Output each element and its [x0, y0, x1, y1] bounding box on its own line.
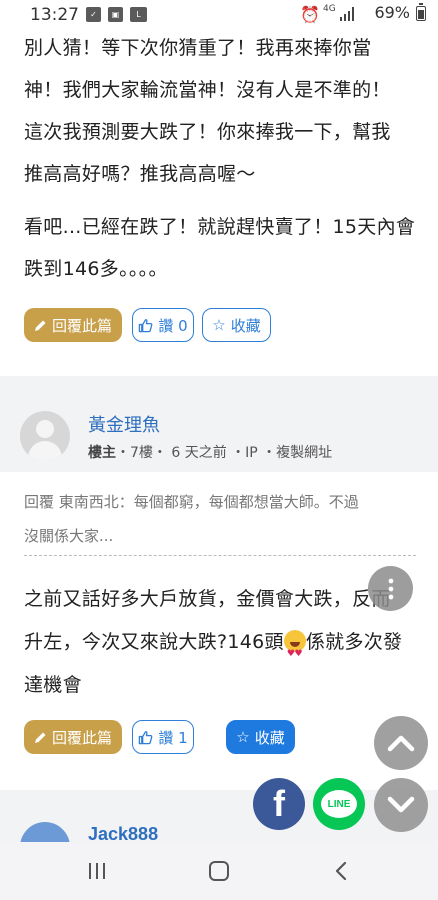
system-navigation-bar	[0, 842, 438, 900]
battery-icon	[416, 3, 426, 21]
quote-line: 回覆 東南西北：每個都窮，每個都想當大師。不過	[24, 493, 359, 511]
reply-label: 回覆此篇	[51, 316, 112, 335]
favorite-button[interactable]: ☆ 收藏	[226, 720, 295, 754]
back-button[interactable]	[326, 858, 356, 884]
status-time: 13:27	[30, 5, 79, 25]
favorite-button[interactable]: ☆ 收藏	[202, 308, 271, 342]
favorite-label: 收藏	[230, 316, 261, 335]
check-icon: ✓	[86, 7, 101, 22]
post-actions: 回覆此篇 讚 1 ☆ 收藏	[24, 720, 384, 754]
post-line: 別人猜！等下次你猜重了！我再來捧你當	[24, 37, 372, 59]
reply-button[interactable]: 回覆此篇	[24, 308, 122, 342]
post-actions: 回覆此篇 讚 0 ☆ 收藏	[24, 308, 384, 342]
like-count: 讚 1	[158, 728, 188, 747]
home-icon	[209, 861, 229, 881]
quote-divider	[24, 555, 416, 556]
scroll-down-button[interactable]	[374, 778, 428, 832]
thumbs-up-icon	[139, 730, 153, 744]
line-app-icon: L	[130, 7, 147, 22]
post-author-header: 黃金理魚 樓主・7樓・ 6 天之前 ・IP ・複製網址	[0, 406, 438, 466]
reply-button[interactable]: 回覆此篇	[24, 720, 122, 754]
star-icon: ☆	[236, 728, 250, 746]
post-line: 升左，今次又來說大跌?146頭	[24, 631, 284, 653]
more-vertical-icon	[388, 578, 393, 599]
battery-percent: 69%	[374, 3, 410, 22]
avatar[interactable]	[20, 411, 70, 461]
author-name[interactable]: 黃金理魚	[88, 411, 160, 437]
pencil-icon	[34, 732, 46, 743]
favorite-label: 收藏	[254, 728, 285, 747]
post-line: 看吧...已經在跌了！就說趕快賣了！15天內會	[24, 216, 416, 238]
facebook-icon: f	[273, 783, 285, 824]
recent-apps-button[interactable]	[82, 858, 112, 884]
alarm-icon: ⏰	[300, 5, 320, 24]
quoted-reply: 回覆 東南西北：每個都窮，每個都想當大師。不過 沒關係大家...	[24, 485, 416, 553]
star-icon: ☆	[212, 316, 226, 334]
scroll-up-button[interactable]	[374, 716, 428, 770]
network-type: 4G	[323, 4, 336, 14]
status-bar: 13:27 ✓ ▣ L ⏰ 4G 69%	[0, 0, 438, 30]
post-body: 別人猜！等下次你猜重了！我再來捧你當 神！我們大家輪流當神！沒有人是不準的！ 這…	[24, 27, 419, 195]
post-line: 達機會	[24, 674, 82, 696]
signal-icon	[340, 6, 354, 25]
post-line-end: 係就多次發	[305, 631, 403, 653]
recent-apps-icon	[89, 863, 105, 879]
back-icon	[335, 861, 347, 881]
chevron-down-icon	[387, 796, 415, 813]
heart-eyes-emoji-icon	[283, 630, 306, 676]
chevron-up-icon	[387, 735, 415, 752]
home-button[interactable]	[204, 858, 234, 884]
like-count: 讚 0	[158, 316, 188, 335]
post-line: 神！我們大家輪流當神！沒有人是不準的！	[24, 79, 391, 101]
post-meta[interactable]: ・7樓・ 6 天之前 ・IP ・複製網址	[116, 445, 332, 461]
line-icon: LINE	[321, 790, 357, 818]
more-options-button[interactable]	[368, 566, 413, 611]
post-line: 這次我預測要大跌了！你來捧我一下，幫我	[24, 121, 391, 143]
post-line: 推高高好嗎？推我高高喔～	[24, 163, 256, 185]
image-icon: ▣	[108, 7, 123, 22]
line-share-button[interactable]: LINE	[313, 778, 365, 830]
post-line: 跌到146多。。。。	[24, 258, 168, 280]
post-body: 之前又話好多大戶放貨，金價會大跌，反而 升左，今次又來說大跌?146頭係就多次發…	[24, 578, 419, 707]
post-body-continued: 看吧...已經在跌了！就說趕快賣了！15天內會 跌到146多。。。。	[24, 206, 419, 290]
author-role: 樓主	[88, 445, 116, 461]
thumbs-up-icon	[139, 318, 153, 332]
like-button[interactable]: 讚 0	[132, 308, 194, 342]
post-line: 之前又話好多大戶放貨，金價會大跌，反而	[24, 588, 391, 610]
reply-label: 回覆此篇	[51, 728, 112, 747]
pencil-icon	[34, 320, 46, 331]
quote-line: 沒關係大家...	[24, 527, 114, 545]
like-button[interactable]: 讚 1	[132, 720, 194, 754]
facebook-share-button[interactable]: f	[253, 778, 305, 830]
